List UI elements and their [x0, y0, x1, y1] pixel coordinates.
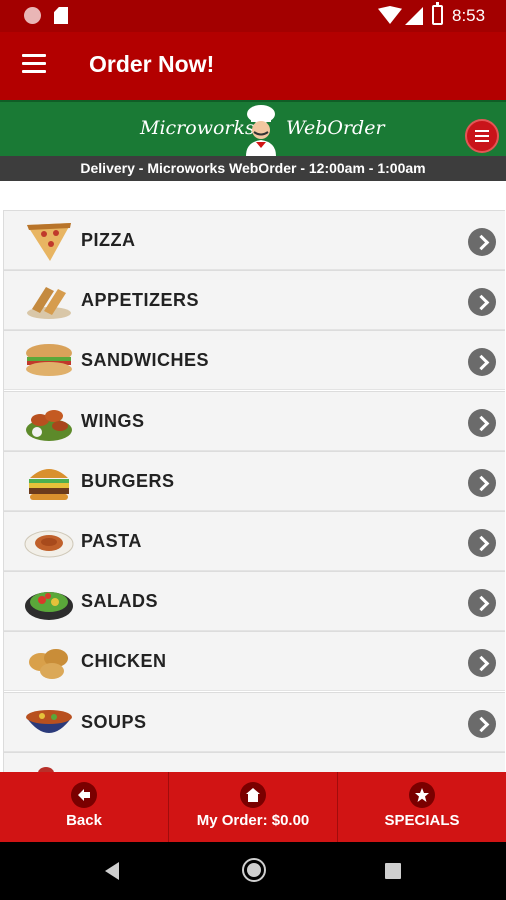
burger-icon: [29, 468, 69, 500]
menu-item-pizza[interactable]: PIZZA: [4, 210, 505, 270]
pasta-icon: [24, 530, 74, 558]
bottom-tab-bar: Back My Order: $0.00 SPECIALS: [0, 772, 506, 842]
status-time: 8:53: [452, 6, 486, 25]
menu-item-label: CHICKEN: [81, 651, 167, 672]
page-title: Order Now!: [89, 51, 215, 77]
appetizers-icon: [27, 287, 71, 320]
battery-icon: [432, 2, 443, 25]
star-icon: [409, 782, 435, 808]
notification-icon: [24, 7, 41, 24]
menu-item-appetizers[interactable]: APPETIZERS: [4, 270, 505, 331]
menu-item-label: PASTA: [81, 530, 142, 551]
nav-recents-icon[interactable]: [385, 863, 401, 879]
chevron-right-icon[interactable]: [468, 468, 496, 497]
wifi-icon: [378, 6, 402, 24]
back-label: Back: [66, 812, 102, 829]
brand-banner: Microworks WebOrder: [0, 100, 506, 156]
soup-icon: [26, 709, 72, 733]
menu-item-label: SOUPS: [81, 711, 147, 732]
home-icon: [240, 782, 266, 808]
menu-item-label: PIZZA: [81, 230, 136, 250]
chicken-icon: [29, 649, 68, 680]
menu-item-label: APPETIZERS: [81, 290, 200, 311]
menu-item-sandwiches[interactable]: SANDWICHES: [4, 330, 505, 391]
chevron-right-icon[interactable]: [468, 589, 496, 618]
delivery-info: Delivery - Microworks WebOrder - 12:00am…: [0, 156, 506, 181]
wings-icon: [26, 409, 72, 441]
chef-logo-icon: [246, 105, 276, 156]
menu-item-wings[interactable]: WINGS: [4, 390, 505, 451]
dessert-icon: [38, 766, 54, 772]
menu-item-label: SANDWICHES: [81, 350, 210, 371]
menu-category-list: PIZZA APPETIZERS SANDWICHES WINGS BURGER…: [3, 210, 505, 772]
chevron-right-icon[interactable]: [468, 408, 496, 437]
back-button[interactable]: Back: [0, 772, 169, 842]
nav-back-icon[interactable]: [105, 862, 119, 880]
chevron-right-icon[interactable]: [468, 709, 496, 738]
my-order-label: My Order: $0.00: [196, 812, 310, 829]
chevron-right-icon[interactable]: [468, 528, 496, 557]
options-menu-button[interactable]: [465, 119, 499, 153]
chevron-right-icon[interactable]: [468, 649, 496, 678]
pizza-icon: [27, 223, 71, 261]
menu-item-label: BURGERS: [81, 470, 175, 491]
signal-icon: [405, 7, 423, 25]
menu-item-salads[interactable]: SALADS: [4, 571, 505, 632]
arrow-left-icon: [71, 782, 97, 808]
sandwich-icon: [26, 344, 72, 377]
chevron-right-icon[interactable]: [468, 288, 496, 317]
app-bar: Order Now!: [0, 32, 506, 100]
specials-label: SPECIALS: [384, 812, 460, 829]
menu-item-burgers[interactable]: BURGERS: [4, 450, 505, 511]
specials-button[interactable]: SPECIALS: [338, 772, 506, 842]
menu-item-soups[interactable]: SOUPS: [4, 691, 505, 752]
sd-card-icon: [54, 7, 68, 24]
menu-item-pasta[interactable]: PASTA: [4, 510, 505, 571]
my-order-button[interactable]: My Order: $0.00: [169, 772, 338, 842]
chevron-right-icon[interactable]: [468, 348, 496, 377]
menu-item-label: SALADS: [81, 591, 159, 612]
status-bar: 8:53: [0, 0, 506, 32]
hamburger-menu-icon[interactable]: [22, 54, 46, 74]
chevron-right-icon[interactable]: [468, 228, 496, 256]
menu-item-partial[interactable]: [4, 751, 505, 772]
menu-item-label: WINGS: [81, 410, 145, 431]
system-nav-bar: [0, 842, 506, 900]
nav-home-icon[interactable]: [242, 858, 266, 882]
salad-icon: [25, 592, 73, 621]
menu-item-chicken[interactable]: CHICKEN: [4, 631, 505, 692]
brand-name-right: WebOrder: [286, 117, 385, 139]
